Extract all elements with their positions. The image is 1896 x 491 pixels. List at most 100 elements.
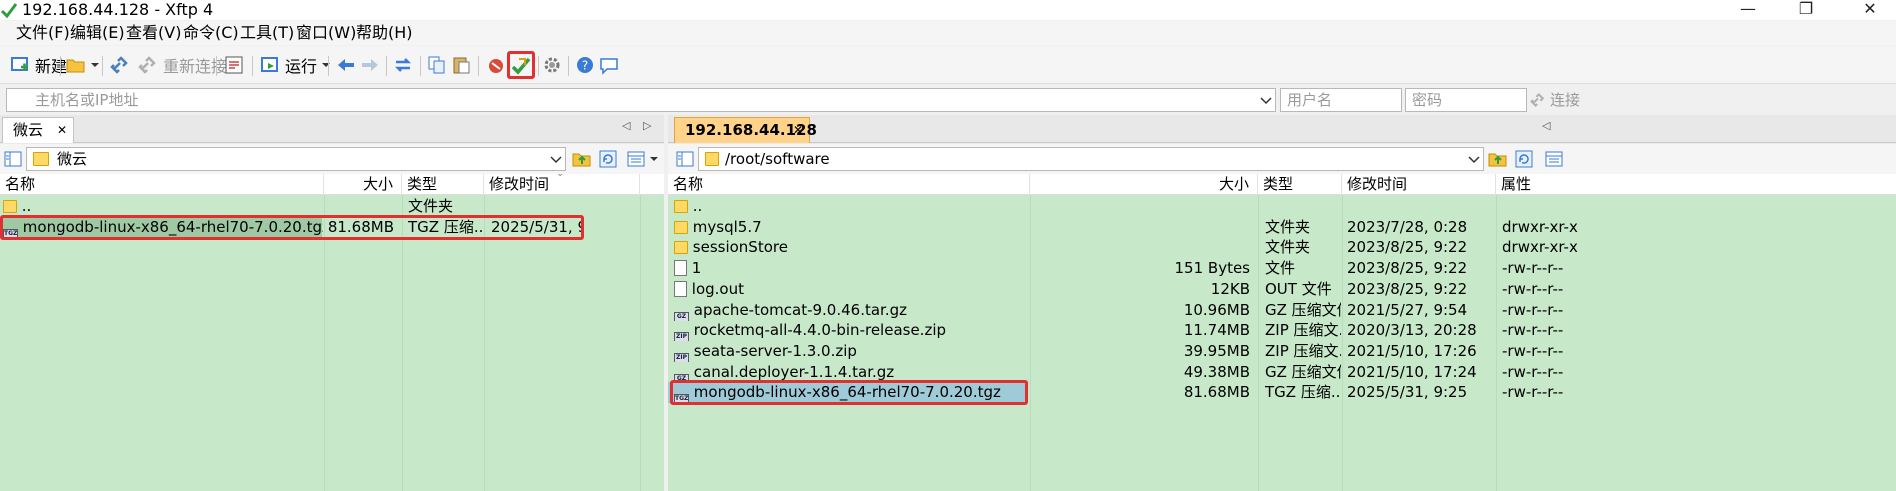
col-attributes[interactable]: 属性 [1496, 174, 1596, 195]
list-item[interactable]: mysql5.7 文件夹 2023/7/28, 0:28 drwxr-xr-x [668, 217, 1896, 238]
file-type: 文件夹 [408, 197, 454, 215]
view-mode-icon[interactable] [1544, 149, 1564, 169]
toolbar-separator [478, 56, 479, 76]
run-button[interactable]: 运行 [260, 54, 331, 76]
password-input[interactable]: 密码 [1405, 88, 1527, 112]
list-item[interactable]: log.out 12KB OUT 文件 2023/8/25, 9:22 -rw-r--r… [668, 279, 1896, 300]
chevron-down-icon[interactable] [549, 152, 563, 166]
transfer-button[interactable] [507, 51, 535, 79]
local-path-combo[interactable]: 微云 [26, 147, 566, 171]
help-button[interactable]: ? [575, 54, 595, 76]
open-folder-button[interactable] [66, 54, 99, 76]
file-size: 11.74MB [1183, 321, 1250, 340]
col-type[interactable]: 类型 [402, 174, 484, 195]
username-input[interactable]: 用户名 [1280, 88, 1402, 112]
list-item[interactable]: TGZ mongodb-linux-x86_64-rhel70-7.0.20.t… [668, 380, 1896, 406]
menu-file[interactable]: 文件(F) [16, 24, 70, 42]
gear-icon [544, 57, 560, 73]
local-path-text: 微云 [57, 150, 88, 168]
file-icon [674, 260, 687, 277]
minimize-button[interactable]: — [1728, 0, 1768, 20]
toolbar: 新建 重新连接 运行 ? [0, 46, 1896, 84]
file-name: canal.deployer-1.1.4.tar.gz [693, 362, 895, 381]
new-session-button[interactable]: 新建 [10, 54, 67, 76]
list-item[interactable]: sessionStore 文件夹 2023/8/25, 9:22 drwxr-xr-x [668, 237, 1896, 258]
list-item[interactable]: ZIP seata-server-1.3.0.zip 39.95MB ZIP 压缩文… [668, 341, 1896, 362]
remote-path-combo[interactable]: /root/software [698, 147, 1484, 171]
menu-tools[interactable]: 工具(T) [240, 24, 294, 42]
close-tab-icon[interactable]: ✕ [57, 118, 67, 142]
restore-button[interactable]: ❐ [1786, 0, 1826, 20]
parent-folder-icon[interactable] [572, 149, 592, 169]
file-attributes: -rw-r--r-- [1502, 259, 1564, 278]
address-bar: 主机名或IP地址 用户名 密码 连接 [0, 85, 1896, 114]
options-button[interactable] [542, 54, 562, 76]
tab-local-label: 微云 [13, 121, 44, 139]
menu-view[interactable]: 查看(V) [126, 24, 181, 42]
toolbar-separator [568, 56, 569, 76]
connect-button[interactable]: 连接 [1530, 89, 1580, 111]
remote-file-list: 名称 ^ 大小 类型 修改时间 属性 .. mysql5.7 文件夹 2023/7/… [668, 174, 1896, 491]
column-divider [640, 195, 641, 491]
paste-icon [453, 57, 470, 74]
col-modified[interactable]: 修改时间 [1342, 174, 1496, 195]
list-item[interactable]: 1 151 Bytes 文件 2023/8/25, 9:22 -rw-r--r-- [668, 258, 1896, 279]
list-item[interactable]: GZ apache-tomcat-9.0.46.tar.gz 10.96MB GZ … [668, 300, 1896, 321]
gz-icon: GZ [674, 311, 689, 321]
col-type[interactable]: 类型 [1258, 174, 1342, 195]
tab-scroll-left-icon[interactable]: ◁ [622, 119, 630, 132]
tab-scroll-right-icon[interactable]: ▷ [643, 119, 651, 132]
toggle-tree-icon[interactable] [676, 150, 694, 168]
forward-button[interactable] [360, 54, 380, 76]
tab-local[interactable]: 微云 ✕ [2, 117, 74, 143]
tab-scroll-left-icon[interactable]: ◁ [1542, 119, 1550, 132]
parent-folder-icon[interactable] [1488, 149, 1508, 169]
col-size[interactable]: 大小 [324, 174, 402, 195]
file-attributes: -rw-r--r-- [1502, 321, 1564, 340]
refresh-button[interactable] [393, 54, 413, 76]
reconnect-button[interactable]: 重新连接 [138, 54, 227, 76]
menu-help[interactable]: 帮助(H) [356, 24, 413, 42]
file-name: seata-server-1.3.0.zip [693, 341, 857, 360]
file-name: log.out [691, 279, 744, 298]
close-tab-icon[interactable]: ✕ [793, 118, 803, 142]
list-item-parent[interactable]: .. 文件夹 [0, 196, 664, 217]
tab-remote[interactable]: 192.168.44.128 ✕ [674, 117, 817, 143]
chevron-down-icon[interactable] [1467, 152, 1481, 166]
file-size: 49.38MB [1183, 362, 1250, 381]
host-input[interactable]: 主机名或IP地址 [6, 88, 1276, 112]
paste-button[interactable] [451, 54, 471, 76]
menu-edit[interactable]: 编辑(E) [70, 24, 125, 42]
list-item[interactable]: .. [668, 196, 1896, 217]
file-modified: 2021/5/10, 17:24 [1347, 362, 1477, 381]
folder-icon [705, 152, 719, 166]
close-button[interactable]: ✕ [1850, 0, 1890, 20]
local-pane: 微云 ✕ ◁ ▷ 微云 名称 大小 类型 修改时间 ⌄ .. 文件夹 [0, 115, 664, 491]
chevron-down-icon[interactable] [1259, 93, 1273, 107]
properties-button[interactable] [224, 54, 244, 76]
list-item-mongodb[interactable]: TGZ mongodb-linux-x86_64-rhel70-7.0.20.t… [0, 215, 664, 240]
disconnect-button[interactable] [110, 54, 130, 76]
file-name: .. [21, 197, 32, 215]
toggle-tree-icon[interactable] [4, 150, 22, 168]
view-mode-icon[interactable] [626, 149, 646, 169]
back-button[interactable] [336, 54, 356, 76]
xshell-button[interactable] [486, 54, 506, 76]
folder-icon [3, 200, 17, 213]
file-size: 39.95MB [1183, 341, 1250, 360]
connect-label: 连接 [1550, 91, 1581, 109]
col-name[interactable]: 名称 [0, 174, 324, 195]
list-item[interactable]: ZIP rocketmq-all-4.4.0-bin-release.zip 11… [668, 320, 1896, 342]
feedback-button[interactable] [599, 54, 619, 76]
menu-window[interactable]: 窗口(W) [296, 24, 356, 42]
col-size[interactable]: 大小 [1030, 174, 1258, 195]
refresh-icon[interactable] [1514, 149, 1534, 169]
dropdown-arrow-icon[interactable] [650, 155, 658, 163]
file-attributes: drwxr-xr-x [1502, 238, 1578, 257]
file-size: 151 Bytes [1174, 259, 1251, 278]
copy-button[interactable] [427, 54, 447, 76]
file-modified: 2025/5/31, 9:25 [1347, 383, 1468, 402]
refresh-icon[interactable] [598, 149, 618, 169]
col-name[interactable]: 名称 [668, 174, 1030, 195]
menu-command[interactable]: 命令(C) [183, 24, 239, 42]
